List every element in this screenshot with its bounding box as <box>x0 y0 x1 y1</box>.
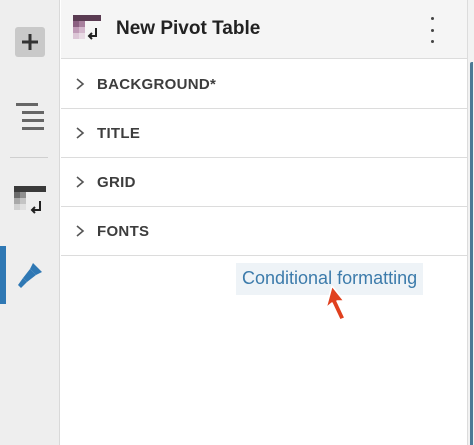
chevron-right-icon <box>76 78 85 90</box>
section-background[interactable]: BACKGROUND* <box>61 60 467 109</box>
section-label: BACKGROUND* <box>97 75 217 93</box>
left-rail <box>0 0 60 445</box>
add-button[interactable] <box>0 26 60 58</box>
chevron-right-icon <box>76 127 85 139</box>
format-button[interactable] <box>0 246 60 304</box>
more-options-button[interactable] <box>425 17 439 43</box>
section-label: FONTS <box>97 222 150 240</box>
section-label: GRID <box>97 173 136 191</box>
plus-icon <box>15 27 45 57</box>
pivot-table-icon <box>14 186 46 214</box>
paintbrush-icon <box>18 263 42 288</box>
vertical-ellipsis-icon <box>430 17 434 20</box>
chevron-right-icon <box>76 176 85 188</box>
app-window: New Pivot Table BACKGROUND* TITLE GRID F… <box>0 0 474 445</box>
pivot-table-icon <box>73 15 101 40</box>
rail-divider <box>10 157 48 158</box>
chevron-right-icon <box>76 225 85 237</box>
pivot-table-button[interactable] <box>0 182 60 222</box>
layers-button[interactable] <box>0 96 60 136</box>
mouse-pointer-icon <box>325 285 346 321</box>
panel-title: New Pivot Table <box>116 18 261 39</box>
canvas-edge <box>467 0 474 445</box>
section-grid[interactable]: GRID <box>61 158 467 207</box>
section-title[interactable]: TITLE <box>61 109 467 158</box>
active-indicator <box>0 246 6 304</box>
section-fonts[interactable]: FONTS <box>61 207 467 256</box>
layers-icon <box>16 103 44 130</box>
section-label: TITLE <box>97 124 141 142</box>
panel-header: New Pivot Table <box>61 0 467 59</box>
format-panel: BACKGROUND* TITLE GRID FONTS Conditional… <box>61 60 467 445</box>
